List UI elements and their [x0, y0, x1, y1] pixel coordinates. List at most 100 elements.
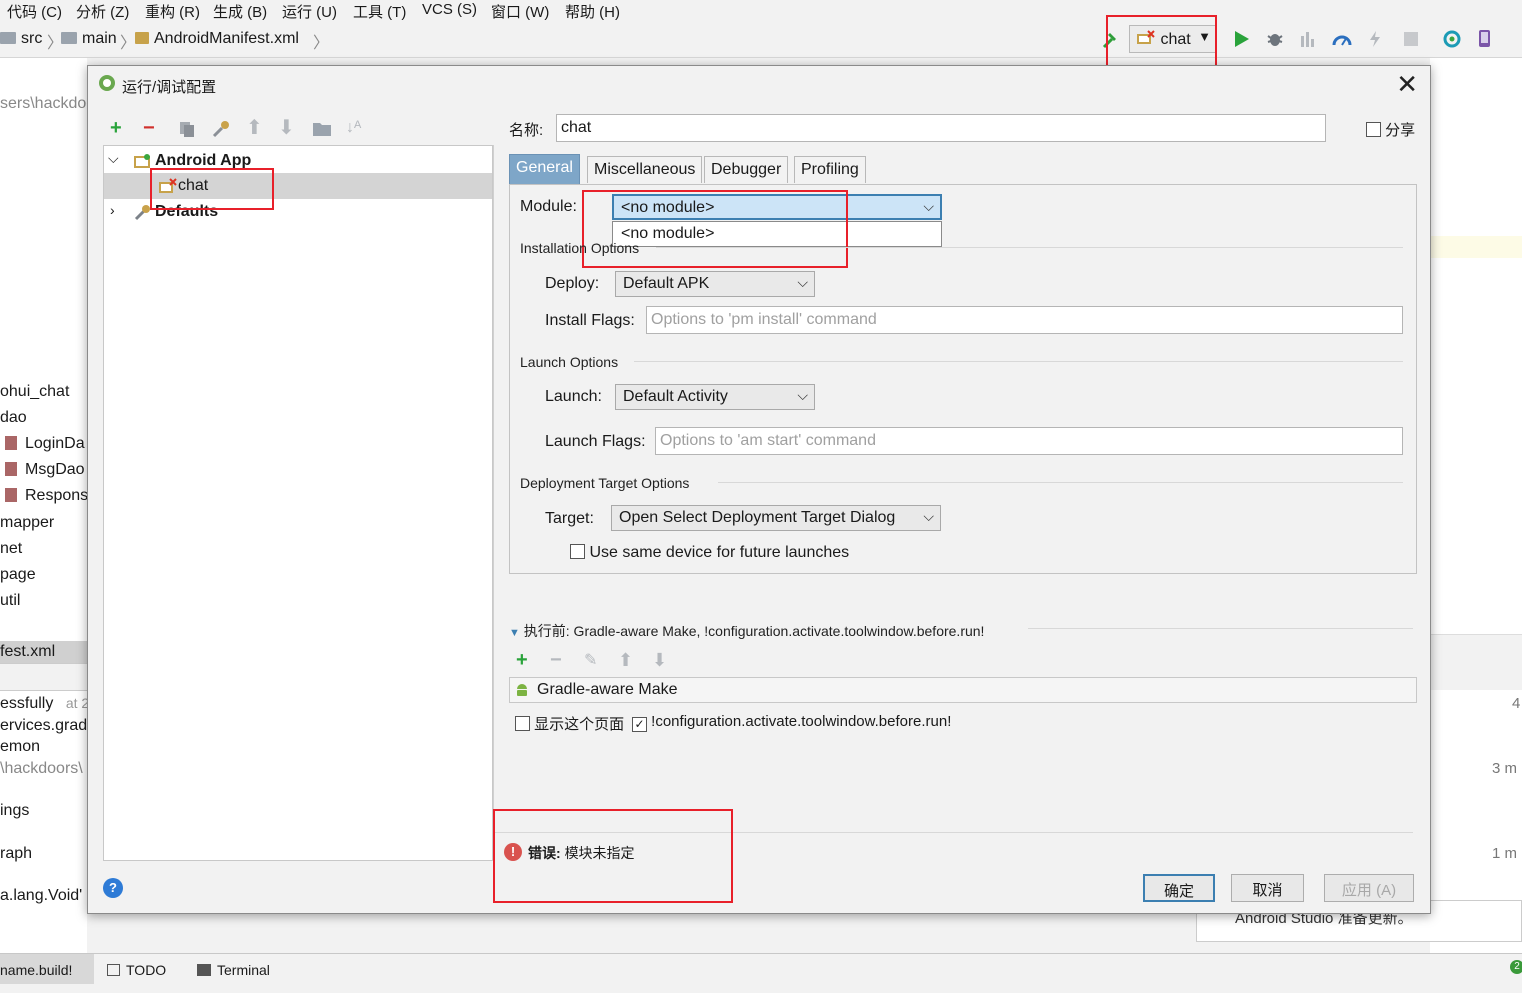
tree-group-android-app[interactable]: ⌵ Android App [104, 148, 492, 174]
menu-analyze[interactable]: 分析 (Z) [76, 1, 129, 22]
class-file-icon [5, 488, 17, 502]
breadcrumb-main[interactable]: main [61, 30, 117, 48]
dialog-title: 运行/调试配置 [122, 79, 217, 96]
copy-config-icon[interactable] [178, 120, 196, 138]
coverage-icon[interactable] [1297, 28, 1319, 50]
target-dropdown[interactable]: Open Select Deployment Target Dialog ⌵ [611, 505, 941, 531]
apply-changes-icon[interactable] [1364, 28, 1386, 50]
module-dropdown[interactable]: <no module> ⌵ [612, 194, 942, 220]
deploy-dropdown[interactable]: Default APK ⌵ [615, 271, 815, 297]
debug-bug-icon[interactable] [1264, 28, 1286, 50]
add-task-icon[interactable]: + [516, 650, 528, 670]
menu-refactor[interactable]: 重构 (R) [145, 1, 200, 22]
android-studio-icon [99, 75, 115, 91]
tab-label: Miscellaneous [594, 161, 696, 178]
menu-run[interactable]: 运行 (U) [282, 1, 337, 22]
stop-icon[interactable] [1400, 28, 1422, 50]
class-file-icon [5, 436, 17, 450]
project-panel: sers\hackdoo ohui_chat dao LoginDa MsgDa… [0, 58, 87, 953]
folder-icon[interactable] [312, 121, 332, 137]
project-item[interactable]: util [0, 592, 20, 610]
bottom-tab-build-active[interactable]: name.build! [0, 954, 94, 984]
edit-defaults-wrench-icon[interactable] [211, 120, 231, 138]
ok-button[interactable]: 确定 [1143, 874, 1215, 902]
project-item[interactable]: net [0, 540, 22, 558]
before-launch-task-row[interactable]: Gradle-aware Make [509, 677, 1417, 703]
project-item[interactable]: Respons [5, 487, 87, 505]
show-page-checkbox[interactable]: 显示这个页面 [515, 713, 624, 734]
remove-task-icon[interactable]: − [550, 650, 562, 670]
share-checkbox[interactable]: 分享 [1366, 119, 1415, 140]
activate-toolwindow-checkbox[interactable]: ✓ !configuration.activate.toolwindow.bef… [632, 713, 951, 732]
project-item[interactable]: ohui_chat [0, 383, 69, 401]
build-output-line: raph [0, 845, 33, 862]
menu-help[interactable]: 帮助 (H) [565, 1, 620, 22]
before-launch-header[interactable]: ▼ 执行前: Gradle-aware Make, !configuration… [509, 621, 984, 641]
manifest-file-icon [135, 32, 149, 44]
selected-file-row[interactable]: fest.xml [0, 641, 87, 663]
project-item-label: MsgDao [25, 461, 85, 478]
tree-item-chat[interactable]: chat [104, 173, 492, 199]
module-dropdown-option[interactable]: <no module> [612, 221, 942, 247]
move-down-icon[interactable]: ⬇ [652, 650, 667, 670]
project-item[interactable]: dao [0, 409, 27, 427]
tree-group-defaults[interactable]: › Defaults [104, 199, 492, 225]
project-item[interactable]: MsgDao [5, 461, 85, 479]
project-item[interactable]: mapper [0, 514, 54, 532]
bottom-tab-terminal[interactable]: Terminal [197, 962, 270, 978]
error-prefix: 错误: [528, 845, 561, 861]
run-configuration-dropdown[interactable]: chat ▼ [1129, 25, 1217, 53]
run-config-label: chat [1160, 31, 1191, 48]
tab-profiling[interactable]: Profiling [794, 156, 866, 183]
bottom-tab-todo[interactable]: TODO [107, 962, 166, 978]
section-divider [1028, 628, 1413, 629]
help-icon[interactable]: ? [103, 878, 123, 898]
launch-flags-input[interactable]: Options to 'am start' command [655, 427, 1403, 455]
move-up-icon[interactable]: ⬆ [618, 650, 633, 670]
edit-pencil-icon[interactable]: ✎ [584, 651, 597, 671]
tab-general[interactable]: General [509, 154, 580, 184]
breadcrumb-label: src [21, 30, 43, 47]
project-item[interactable]: page [0, 566, 36, 584]
name-label: 名称: [509, 122, 544, 139]
move-up-icon[interactable]: ⬆ [246, 118, 263, 138]
same-device-label: Use same device for future launches [589, 544, 850, 561]
breadcrumb-manifest[interactable]: AndroidManifest.xml [135, 30, 299, 48]
android-icon [517, 684, 527, 696]
tab-debugger[interactable]: Debugger [704, 156, 789, 183]
folder-icon [61, 32, 77, 44]
add-config-icon[interactable]: + [110, 118, 122, 138]
avd-manager-icon[interactable] [1474, 28, 1496, 50]
build-output-line: ervices.grad [0, 717, 87, 734]
apply-button[interactable]: 应用 (A) [1324, 874, 1414, 902]
same-device-checkbox[interactable]: Use same device for future launches [570, 544, 849, 562]
remove-config-icon[interactable]: − [143, 118, 155, 138]
cancel-button[interactable]: 取消 [1231, 874, 1304, 902]
menu-window[interactable]: 窗口 (W) [491, 1, 549, 22]
name-input[interactable]: chat [556, 114, 1326, 142]
error-text: 模块未指定 [564, 845, 635, 861]
menu-build[interactable]: 生成 (B) [213, 1, 267, 22]
triangle-down-icon: ▼ [509, 627, 520, 639]
build-output-line: essfully at 2 [0, 695, 87, 713]
section-divider [634, 361, 1403, 362]
sort-icon[interactable]: ↓ᴬ [346, 118, 361, 138]
launch-dropdown[interactable]: Default Activity ⌵ [615, 384, 815, 410]
menu-vcs[interactable]: VCS (S) [422, 1, 477, 18]
close-icon[interactable]: ✕ [1396, 70, 1418, 98]
breadcrumb-src[interactable]: src [0, 30, 42, 48]
splitter[interactable] [493, 145, 494, 875]
project-item[interactable]: LoginDa [5, 435, 85, 453]
install-flags-input[interactable]: Options to 'pm install' command [646, 306, 1403, 334]
event-log-badge[interactable]: 2 [1510, 960, 1522, 974]
menu-tools[interactable]: 工具 (T) [353, 1, 406, 22]
profiler-icon[interactable] [1331, 28, 1353, 50]
android-config-error-icon [159, 178, 177, 193]
tab-miscellaneous[interactable]: Miscellaneous [587, 156, 703, 183]
run-icon[interactable] [1230, 28, 1252, 50]
menu-code[interactable]: 代码 (C) [7, 1, 62, 22]
make-project-hammer-icon[interactable] [1100, 29, 1122, 51]
error-message: 错误: 模块未指定 [528, 843, 635, 863]
sync-gradle-icon[interactable] [1441, 28, 1463, 50]
move-down-icon[interactable]: ⬇ [278, 118, 295, 138]
